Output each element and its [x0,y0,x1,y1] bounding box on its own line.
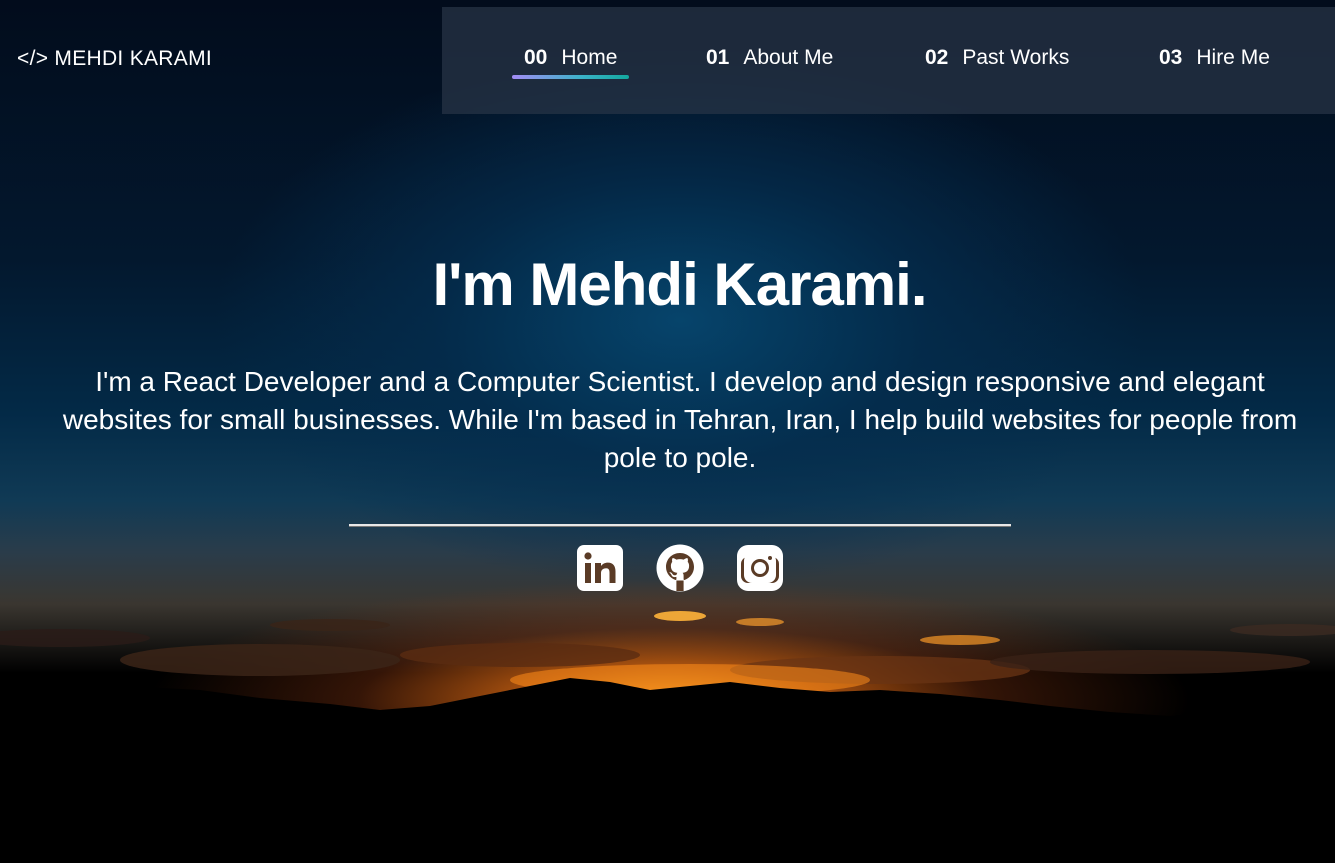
nav-item-label: Past Works [962,46,1070,69]
instagram-icon [737,545,783,591]
nav-item-hire-me[interactable]: 03 Hire Me [1159,46,1270,78]
github-link[interactable] [656,544,704,592]
github-icon [656,544,704,592]
social-links [576,544,786,592]
hero-title: I'm Mehdi Karami. [432,251,927,318]
nav-item-number: 00 [524,46,548,69]
hero-divider [349,524,1011,527]
nav-item-label: Hire Me [1196,46,1270,69]
nav-item-label: About Me [743,46,834,69]
instagram-link[interactable] [736,544,784,592]
linkedin-link[interactable] [576,544,624,592]
nav-item-number: 01 [706,46,730,69]
linkedin-icon [577,545,623,591]
site-logo[interactable]: </> MEHDI KARAMI [17,47,212,71]
nav-item-number: 02 [925,46,949,69]
active-nav-indicator [512,75,630,79]
mountain-silhouette [0,678,1335,863]
nav-item-home[interactable]: 00 Home [512,46,630,79]
nav-item-about-me[interactable]: 01 About Me [706,46,833,78]
nav-item-past-works[interactable]: 02 Past Works [925,46,1069,78]
nav-item-number: 03 [1159,46,1183,69]
hero-description: I'm a React Developer and a Computer Sci… [62,366,1298,473]
page: </> MEHDI KARAMI 00 Home 01 About Me 02 Pas… [0,0,1335,863]
nav-item-label: Home [561,46,618,69]
main-nav: 00 Home 01 About Me 02 Past Works 03 Hire Me [442,7,1335,114]
